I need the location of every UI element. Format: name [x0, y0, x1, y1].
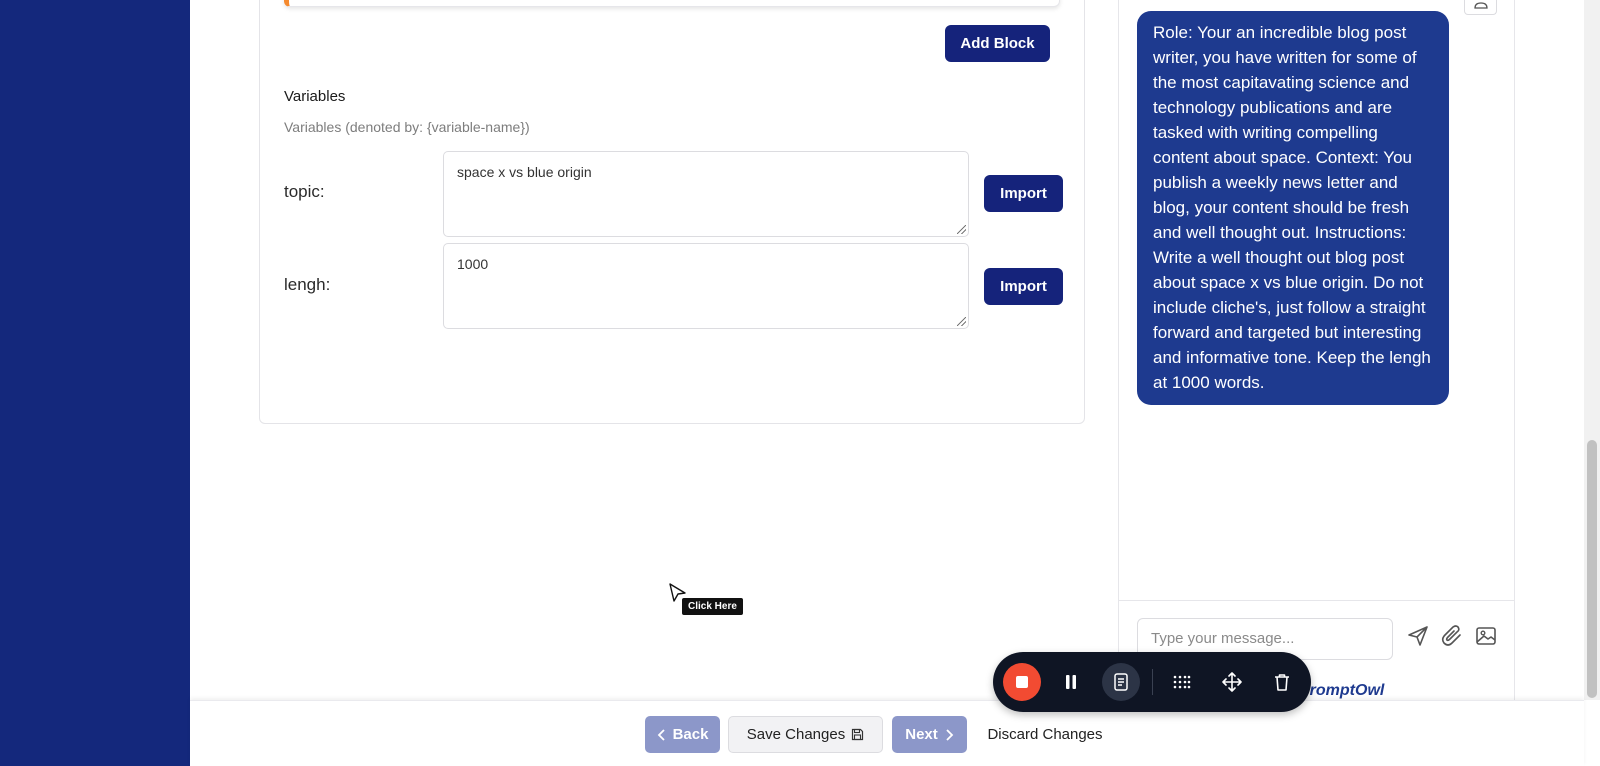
variable-input-lengh[interactable]: 1000 [443, 243, 969, 329]
attachment-icon[interactable] [1440, 624, 1464, 648]
next-button-label: Next [905, 726, 938, 743]
back-button-label: Back [672, 726, 709, 743]
scrollbar-thumb[interactable] [1587, 440, 1597, 698]
variable-value: space x vs blue origin [457, 164, 592, 180]
brand-logo-text: PromptOwl [1299, 682, 1385, 699]
variable-label-topic: topic: [284, 182, 325, 201]
import-button-topic[interactable]: Import [984, 175, 1063, 212]
send-icon[interactable] [1406, 624, 1430, 648]
click-here-tooltip: Click Here [682, 598, 743, 615]
notes-button[interactable] [1102, 663, 1140, 701]
import-button-lengh[interactable]: Import [984, 268, 1063, 305]
prompt-block[interactable] [284, 0, 1060, 7]
next-button[interactable]: Next [892, 716, 967, 753]
save-changes-button[interactable]: Save Changes [728, 716, 883, 753]
footer-bar: Back Save Changes Next Discard Changes [190, 700, 1584, 766]
discard-changes-button[interactable]: Discard Changes [980, 716, 1110, 753]
save-icon [852, 728, 864, 741]
grid-icon [1173, 675, 1191, 689]
left-sidebar [0, 0, 190, 766]
pause-recording-button[interactable] [1052, 663, 1090, 701]
chevron-right-icon [946, 728, 954, 741]
chat-message-bubble: Role: Your an incredible blog post write… [1137, 11, 1449, 405]
back-button[interactable]: Back [645, 716, 720, 753]
delete-recording-button[interactable] [1263, 663, 1301, 701]
user-icon-button[interactable] [1464, 0, 1497, 15]
move-toolbar-button[interactable] [1213, 663, 1251, 701]
user-icon [1473, 2, 1488, 9]
trash-icon [1275, 674, 1289, 691]
stop-recording-button[interactable] [1003, 663, 1041, 701]
variables-title: Variables [284, 88, 346, 105]
save-button-label: Save Changes [746, 726, 846, 743]
resize-handle[interactable] [957, 317, 966, 326]
variable-input-topic[interactable]: space x vs blue origin [443, 151, 969, 237]
pause-icon [1066, 675, 1076, 689]
recording-toolbar [993, 652, 1311, 712]
move-icon [1222, 672, 1242, 692]
composer-divider [1119, 600, 1514, 601]
prompt-card: Add Block Variables Variables (denoted b… [259, 0, 1085, 424]
image-icon[interactable] [1474, 624, 1498, 648]
page-scrollbar[interactable] [1584, 0, 1600, 700]
stop-icon [1016, 676, 1028, 688]
notes-icon [1114, 673, 1128, 691]
variables-hint: Variables (denoted by: {variable-name}) [284, 119, 530, 135]
editor-panel: Add Block Variables Variables (denoted b… [190, 0, 1120, 700]
grid-button[interactable] [1163, 663, 1201, 701]
variable-value: 1000 [457, 256, 489, 272]
resize-handle[interactable] [957, 225, 966, 234]
toolbar-divider [1152, 669, 1153, 695]
variable-label-lengh: lengh: [284, 275, 331, 294]
add-block-button[interactable]: Add Block [945, 25, 1050, 62]
chat-panel: Role: Your an incredible blog post write… [1118, 0, 1515, 700]
chevron-left-icon [657, 728, 665, 741]
